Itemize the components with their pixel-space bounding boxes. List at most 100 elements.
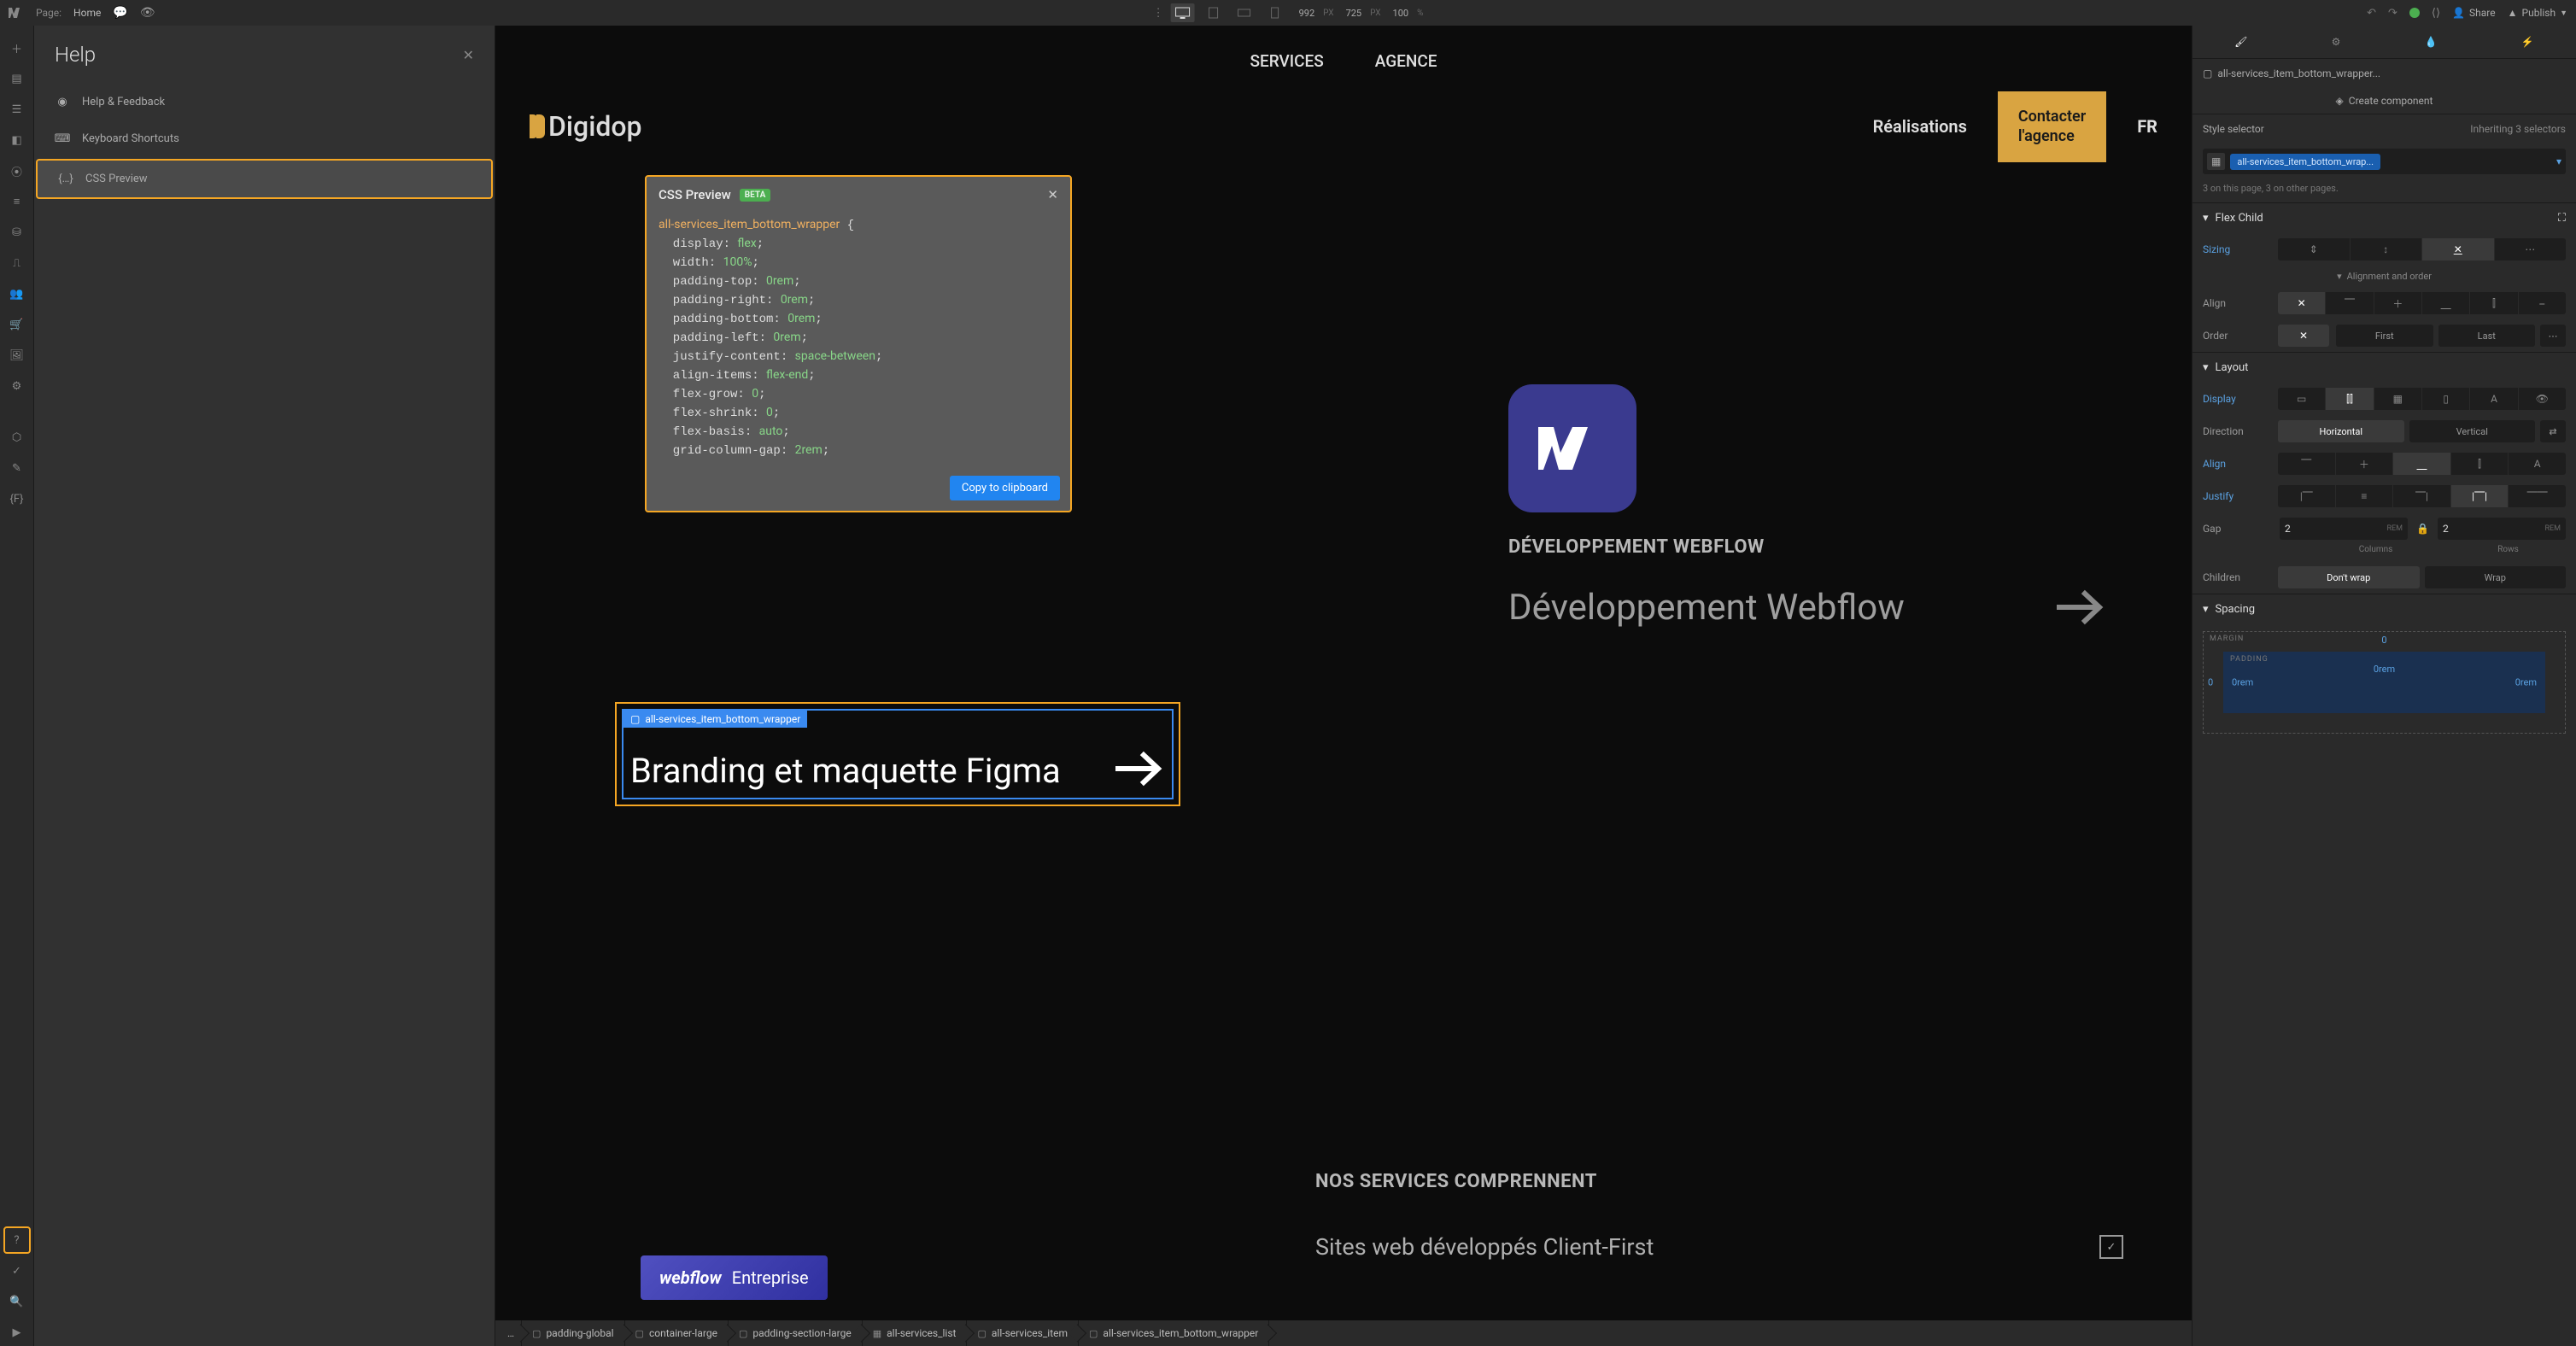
breadcrumb-item[interactable]: ▢padding-global	[522, 1320, 625, 1346]
grow-icon[interactable]: ↕	[2351, 238, 2423, 260]
mobile-breakpoint-icon[interactable]	[1263, 3, 1287, 22]
section-flex-child[interactable]: ▾Flex Child⛶	[2193, 202, 2576, 233]
none-icon[interactable]: ✕	[2422, 238, 2495, 260]
close-icon[interactable]: ✕	[463, 47, 474, 63]
language-switch[interactable]: FR	[2137, 116, 2157, 137]
apps-icon[interactable]: ⬡	[3, 424, 31, 451]
justify-between-icon[interactable]: |⎺|	[2451, 485, 2509, 507]
search-icon[interactable]: 🔍	[3, 1288, 31, 1315]
display-inlineblock-icon[interactable]: ▯	[2422, 388, 2470, 410]
section-spacing[interactable]: ▾Spacing	[2193, 594, 2576, 624]
inheriting-label[interactable]: Inheriting 3 selectors	[2470, 123, 2566, 135]
canvas[interactable]: SERVICES AGENCE Digidop Réalisations Con…	[495, 26, 2192, 1320]
nav-services[interactable]: SERVICES	[1250, 51, 1323, 71]
styles-icon[interactable]: ≡	[3, 188, 31, 215]
settings-icon[interactable]: ⚙	[3, 372, 31, 400]
canvas-zoom[interactable]: 100	[1393, 8, 1409, 19]
direction-reverse-icon[interactable]: ⇄	[2540, 420, 2566, 442]
more-icon[interactable]: ⋯	[2495, 238, 2567, 260]
breakpoint-menu-icon[interactable]: ⋮	[1153, 7, 1164, 20]
undo-icon[interactable]: ↶	[2367, 7, 2376, 20]
align-baseline-icon[interactable]: A	[2509, 453, 2566, 475]
breadcrumb-item[interactable]: ▢padding-section-large	[729, 1320, 863, 1346]
section-layout[interactable]: ▾Layout	[2193, 352, 2576, 383]
chevron-down-icon[interactable]: ▾	[2556, 155, 2561, 167]
help-feedback-item[interactable]: ◉ Help & Feedback	[34, 84, 495, 120]
create-component-button[interactable]: ◈Create component	[2193, 88, 2576, 114]
breadcrumb-item[interactable]: ▢all-services_item	[967, 1320, 1079, 1346]
users-icon[interactable]: 👥	[3, 280, 31, 307]
direction-vertical[interactable]: Vertical	[2409, 420, 2536, 442]
align-stretch-icon[interactable]: ⫿	[2470, 292, 2518, 314]
breadcrumb-item[interactable]: ▦all-services_list	[863, 1320, 968, 1346]
components-icon[interactable]: ◧	[3, 126, 31, 154]
video-icon[interactable]: ▶	[3, 1319, 31, 1346]
align-start-icon[interactable]: ⎺	[2278, 453, 2336, 475]
audit-icon[interactable]: ✓	[3, 1257, 31, 1285]
align-end-icon[interactable]: ⎽	[2422, 292, 2470, 314]
breadcrumb-item[interactable]: ▢all-services_item_bottom_wrapper	[1079, 1320, 1269, 1346]
status-indicator[interactable]	[2409, 8, 2420, 18]
share-button[interactable]: 👤Share	[2452, 7, 2496, 19]
row-gap-input[interactable]: 2REM	[2438, 518, 2566, 540]
nowrap-button[interactable]: Don't wrap	[2278, 566, 2420, 588]
display-flex-icon[interactable]: ⫿⫿	[2326, 388, 2374, 410]
interactions-tab-icon[interactable]: 💧	[2425, 36, 2438, 48]
pen-icon[interactable]: ✎	[3, 454, 31, 482]
selector-field[interactable]: ▦ all-services_item_bottom_wrap... ▾	[2203, 149, 2566, 174]
display-none-icon[interactable]: 👁	[2519, 388, 2566, 410]
settings-tab-icon[interactable]: ⚙	[2332, 36, 2341, 48]
column-gap-input[interactable]: 2REM	[2280, 518, 2408, 540]
display-grid-icon[interactable]: ▦	[2374, 388, 2422, 410]
align-center-icon[interactable]: ＋	[2374, 292, 2422, 314]
css-code-block[interactable]: all-services_item_bottom_wrapper { displ…	[647, 213, 1070, 469]
justify-start-icon[interactable]: |⎺	[2278, 485, 2336, 507]
assets-icon[interactable]: 🖼	[3, 342, 31, 369]
publish-button[interactable]: ▲Publish▼	[2508, 7, 2567, 19]
alignment-order-subhead[interactable]: ▾Alignment and order	[2193, 266, 2576, 287]
justify-end-icon[interactable]: ⎺|	[2393, 485, 2451, 507]
nav-agence[interactable]: AGENCE	[1375, 51, 1437, 71]
canvas-width[interactable]: 992	[1299, 8, 1315, 19]
spacing-editor[interactable]: MARGIN PADDING 0 0 0rem 0rem 0rem	[2203, 631, 2566, 734]
lock-icon[interactable]: 🔒	[2416, 523, 2429, 535]
selected-element[interactable]: ▢ all-services_item_bottom_wrapper Brand…	[622, 709, 1174, 799]
add-element-icon[interactable]: ＋	[3, 34, 31, 61]
webflow-logo-icon[interactable]	[9, 5, 24, 20]
order-last-button[interactable]: Last	[2438, 325, 2536, 347]
brackets-icon[interactable]: {F}	[3, 485, 31, 512]
align-start-icon[interactable]: ⎺	[2326, 292, 2374, 314]
wrap-button[interactable]: Wrap	[2425, 566, 2567, 588]
shrink-icon[interactable]: ⇕	[2278, 238, 2351, 260]
ecommerce-icon[interactable]: 🛒	[3, 311, 31, 338]
preview-icon[interactable]: 👁	[140, 6, 155, 20]
desktop-breakpoint-icon[interactable]	[1171, 3, 1195, 22]
keyboard-shortcuts-item[interactable]: ⌨ Keyboard Shortcuts	[34, 120, 495, 157]
selection-tag[interactable]: ▢ all-services_item_bottom_wrapper	[624, 711, 807, 728]
contact-cta-button[interactable]: Contacter l'agence	[1998, 91, 2106, 162]
justify-around-icon[interactable]: ⎺⎺	[2509, 485, 2566, 507]
logic-icon[interactable]: ⎍	[3, 249, 31, 277]
order-auto-icon[interactable]: ✕	[2278, 325, 2329, 347]
align-auto-icon[interactable]: ✕	[2278, 292, 2326, 314]
variables-icon[interactable]: ⦿	[3, 157, 31, 184]
display-inline-icon[interactable]: A	[2470, 388, 2518, 410]
tablet-breakpoint-icon[interactable]	[1202, 3, 1226, 22]
align-baseline-icon[interactable]: ⎯	[2519, 292, 2566, 314]
nav-realisations[interactable]: Réalisations	[1873, 116, 1967, 137]
state-icon[interactable]: ▦	[2207, 153, 2225, 170]
display-block-icon[interactable]: ▭	[2278, 388, 2326, 410]
style-tab-icon[interactable]: 🖌	[2234, 36, 2247, 48]
justify-center-icon[interactable]: ≡	[2336, 485, 2394, 507]
brand-logo[interactable]: Digidop	[530, 110, 642, 143]
order-more-icon[interactable]: ⋯	[2540, 325, 2566, 347]
close-icon[interactable]: ✕	[1047, 187, 1058, 202]
breadcrumb-prev[interactable]: …	[501, 1320, 522, 1346]
navigator-icon[interactable]: ☰	[3, 96, 31, 123]
align-center-icon[interactable]: ＋	[2336, 453, 2394, 475]
order-first-button[interactable]: First	[2336, 325, 2433, 347]
css-preview-item[interactable]: {…} CSS Preview	[36, 159, 493, 199]
align-end-icon[interactable]: ⎽	[2393, 453, 2451, 475]
mobile-landscape-breakpoint-icon[interactable]	[1232, 3, 1256, 22]
cms-icon[interactable]: ⛁	[3, 219, 31, 246]
